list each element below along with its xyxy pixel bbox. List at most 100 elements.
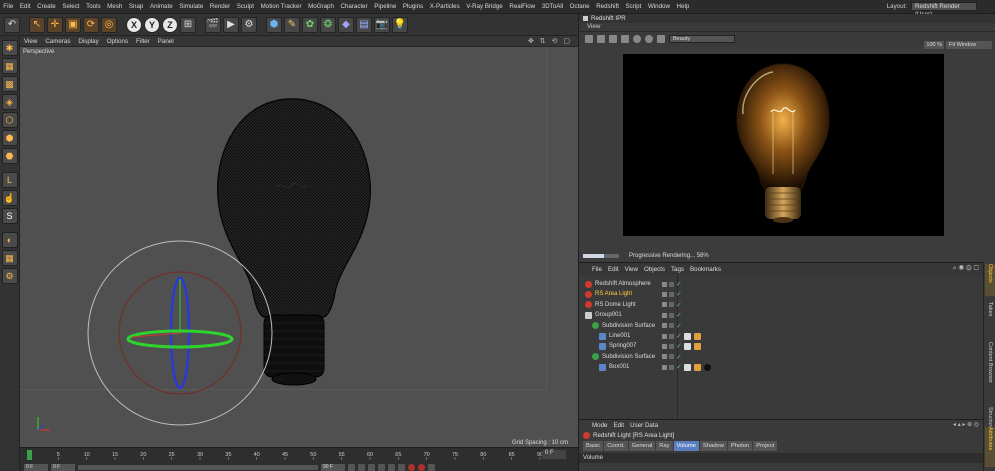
play-backward-icon[interactable] bbox=[368, 464, 375, 471]
menu-sculpt[interactable]: Sculpt bbox=[234, 3, 258, 10]
attr-tab-volume[interactable]: Volume bbox=[673, 441, 699, 451]
z-axis-lock-icon[interactable]: Z bbox=[162, 16, 178, 33]
pen-spline-icon[interactable]: ✎ bbox=[284, 16, 300, 33]
perspective-viewport[interactable]: Perspective Grid Spacing: 10 cm bbox=[20, 47, 578, 447]
cube-icon[interactable]: ⬢ bbox=[266, 16, 282, 33]
quantize-icon[interactable]: ▦ bbox=[1, 250, 18, 266]
attr-menu-edit[interactable]: Edit bbox=[610, 422, 627, 429]
menu-tools[interactable]: Tools bbox=[83, 3, 104, 10]
attr-tab-coord[interactable]: Coord. bbox=[604, 441, 628, 451]
object-row[interactable]: Box001 ✓ bbox=[583, 362, 978, 372]
visibility-flags[interactable]: ✓ bbox=[662, 311, 682, 319]
om-menu-objects[interactable]: Objects bbox=[641, 266, 668, 273]
menu-redshift[interactable]: Redshift bbox=[593, 3, 622, 10]
object-row[interactable]: Subdivision Surface ✓ bbox=[583, 321, 978, 331]
visibility-flags[interactable]: ✓ bbox=[662, 342, 682, 350]
object-name[interactable]: Spring007 bbox=[609, 343, 636, 349]
keyframe-selection-icon[interactable] bbox=[428, 464, 435, 471]
attr-tab-shadow[interactable]: Shadow bbox=[699, 441, 727, 451]
object-name[interactable]: Subdivision Surface bbox=[602, 323, 655, 329]
object-name[interactable]: Redshift Atmosphere bbox=[595, 281, 651, 287]
attr-menu-mode[interactable]: Mode bbox=[589, 422, 610, 429]
menu-animate[interactable]: Animate bbox=[147, 3, 176, 10]
visibility-flags[interactable]: ✓ bbox=[662, 353, 682, 361]
side-tab-objects[interactable]: Objects bbox=[985, 264, 995, 296]
render-picture-viewer-icon[interactable]: ▶ bbox=[223, 16, 239, 33]
menu-help[interactable]: Help bbox=[673, 3, 692, 10]
recent-tools-icon[interactable]: ◎ bbox=[101, 16, 117, 33]
om-menu-view[interactable]: View bbox=[622, 266, 641, 273]
menu-render[interactable]: Render bbox=[207, 3, 234, 10]
object-name[interactable]: Box001 bbox=[609, 364, 629, 370]
menu-character[interactable]: Character bbox=[337, 3, 371, 10]
refresh-icon[interactable] bbox=[597, 35, 605, 43]
goto-end-icon[interactable] bbox=[398, 464, 405, 471]
object-row[interactable]: Spring007 ✓ bbox=[583, 341, 978, 351]
texture-mode-icon[interactable]: ▩ bbox=[1, 76, 18, 92]
undo-icon[interactable]: ↶ bbox=[4, 16, 20, 33]
side-tab-content-browser[interactable]: Content Browser bbox=[985, 342, 995, 397]
render-view-icon[interactable]: 🎬 bbox=[205, 16, 221, 33]
side-tab-takes[interactable]: Takes bbox=[985, 302, 995, 332]
viewport-menu-filter[interactable]: Filter bbox=[132, 38, 154, 45]
object-row[interactable]: Line001 ✓ bbox=[583, 331, 978, 341]
object-row[interactable]: RS Area Light ✓ bbox=[583, 289, 978, 299]
attr-tab-photon[interactable]: Photon bbox=[727, 441, 753, 451]
next-key-icon[interactable] bbox=[388, 464, 395, 471]
side-tab-attributes[interactable]: Attributes bbox=[985, 427, 995, 467]
om-menu-edit[interactable]: Edit bbox=[605, 266, 622, 273]
menu-create[interactable]: Create bbox=[34, 3, 59, 10]
camera-icon[interactable]: 📷 bbox=[374, 16, 390, 33]
settings-gear-icon[interactable] bbox=[645, 35, 653, 43]
attr-tab-project[interactable]: Project bbox=[753, 441, 778, 451]
menu-octane[interactable]: Octane bbox=[566, 3, 593, 10]
menu-pipeline[interactable]: Pipeline bbox=[371, 3, 400, 10]
object-name[interactable]: Group001 bbox=[595, 312, 622, 318]
menu-snap[interactable]: Snap bbox=[126, 3, 147, 10]
ipr-zoom-field[interactable]: 100 % bbox=[924, 41, 944, 49]
object-manager-search-icons[interactable]: ⌕ ◉ ⚙ ▢ bbox=[953, 265, 979, 273]
start-frame-field[interactable]: 0 F bbox=[24, 464, 48, 471]
visibility-flags[interactable]: ✓ bbox=[662, 322, 682, 330]
snapshot-camera-icon[interactable] bbox=[621, 35, 629, 43]
play-forward-icon[interactable] bbox=[378, 464, 385, 471]
visibility-flags[interactable]: ✓ bbox=[662, 280, 682, 288]
timeline-ruler[interactable]: 051015202530354045505560657075808590 bbox=[24, 450, 544, 460]
visibility-flags[interactable]: ✓ bbox=[662, 363, 682, 371]
menu-3dtoall[interactable]: 3DToAll bbox=[538, 3, 566, 10]
locked-workplane-icon[interactable]: ⚙ bbox=[1, 268, 18, 284]
menu-mesh[interactable]: Mesh bbox=[104, 3, 126, 10]
y-axis-lock-icon[interactable]: Y bbox=[144, 16, 160, 33]
om-menu-bookmarks[interactable]: Bookmarks bbox=[687, 266, 724, 273]
object-tags[interactable] bbox=[684, 342, 701, 350]
rotate-icon[interactable]: ⟳ bbox=[83, 16, 99, 33]
attr-tab-general[interactable]: General bbox=[628, 441, 656, 451]
menu-realflow[interactable]: RealFlow bbox=[506, 3, 538, 10]
workplane-icon[interactable]: ◈ bbox=[1, 94, 18, 110]
make-editable-icon[interactable]: ✱ bbox=[1, 40, 18, 56]
attr-tab-ray[interactable]: Ray bbox=[656, 441, 673, 451]
polygons-mode-icon[interactable]: ⬣ bbox=[1, 148, 18, 164]
object-name[interactable]: RS Dome Light bbox=[595, 302, 636, 308]
menu-file[interactable]: File bbox=[0, 3, 17, 10]
scale-icon[interactable]: ▣ bbox=[65, 16, 81, 33]
object-tags[interactable] bbox=[684, 363, 711, 371]
lock-icon[interactable] bbox=[609, 35, 617, 43]
ipr-view-menu[interactable]: View bbox=[579, 23, 995, 32]
coordinate-system-icon[interactable]: ⊞ bbox=[180, 16, 196, 33]
visibility-flags[interactable]: ✓ bbox=[662, 301, 682, 309]
object-row[interactable]: Redshift Atmosphere ✓ bbox=[583, 279, 978, 289]
playhead[interactable] bbox=[27, 450, 32, 460]
snap-icon[interactable]: S bbox=[1, 208, 18, 224]
array-icon[interactable]: ❂ bbox=[320, 16, 336, 33]
object-row[interactable]: Subdivision Surface ✓ bbox=[583, 352, 978, 362]
menu-script[interactable]: Script bbox=[622, 3, 644, 10]
menu-motion-tracker[interactable]: Motion Tracker bbox=[257, 3, 305, 10]
viewport-menu-display[interactable]: Display bbox=[74, 38, 102, 45]
om-menu-file[interactable]: File bbox=[589, 266, 605, 273]
attr-tab-basic[interactable]: Basic bbox=[583, 441, 604, 451]
object-name[interactable]: RS Area Light bbox=[595, 291, 632, 297]
autokey-icon[interactable] bbox=[418, 464, 425, 471]
record-icon[interactable] bbox=[408, 464, 415, 471]
object-tags[interactable] bbox=[684, 332, 701, 340]
